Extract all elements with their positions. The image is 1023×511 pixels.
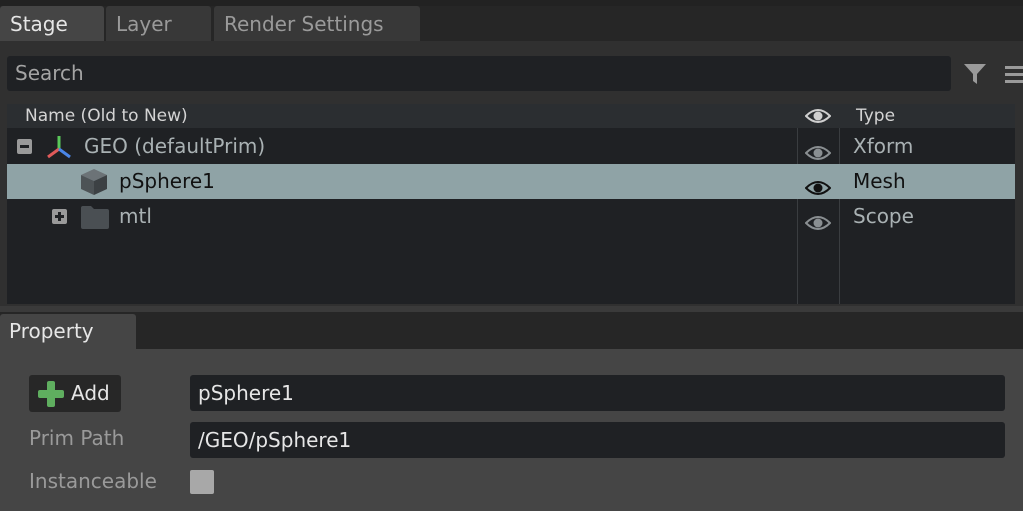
prim-path-field[interactable]: /GEO/pSphere1 (190, 422, 1005, 458)
instanceable-label: Instanceable (29, 469, 157, 493)
filter-icon[interactable] (963, 62, 987, 86)
column-type-header[interactable]: Type (856, 104, 895, 128)
prim-type: Xform (853, 134, 914, 158)
collapse-icon[interactable] (17, 139, 32, 154)
menu-icon[interactable] (1005, 62, 1023, 86)
prim-name: mtl (119, 204, 152, 228)
tree-row-psphere1[interactable]: pSphere1 Mesh (7, 164, 1015, 199)
prim-name: GEO (defaultPrim) (84, 134, 266, 158)
eye-icon[interactable] (804, 107, 832, 125)
prim-name: pSphere1 (119, 169, 215, 193)
tab-property[interactable]: Property (0, 314, 136, 349)
prim-name-field[interactable]: pSphere1 (190, 375, 1005, 411)
folder-icon (80, 204, 110, 230)
tree-header: Name (Old to New) Type (7, 104, 1015, 128)
visibility-eye-icon[interactable] (804, 173, 832, 195)
visibility-eye-icon[interactable] (804, 208, 832, 230)
prim-type: Mesh (853, 169, 906, 193)
add-button-label: Add (71, 381, 110, 405)
xform-axis-icon (45, 134, 73, 160)
prim-type: Scope (853, 204, 914, 228)
tab-layer[interactable]: Layer (106, 6, 211, 42)
expand-icon[interactable] (52, 209, 67, 224)
plus-icon (37, 380, 65, 408)
visibility-eye-icon[interactable] (804, 138, 832, 160)
mesh-cube-icon (79, 167, 109, 197)
column-name-header[interactable]: Name (Old to New) (25, 104, 188, 128)
tab-render-settings[interactable]: Render Settings (214, 6, 420, 42)
tree-row-geo[interactable]: GEO (defaultPrim) Xform (7, 129, 1015, 164)
tab-stage[interactable]: Stage (0, 6, 104, 42)
add-button[interactable]: Add (29, 375, 121, 412)
property-tab-bar (0, 312, 1023, 349)
prim-path-label: Prim Path (29, 426, 125, 450)
tree-row-mtl[interactable]: mtl Scope (7, 199, 1015, 234)
search-input[interactable]: Search (7, 56, 951, 91)
instanceable-checkbox[interactable] (190, 470, 214, 494)
